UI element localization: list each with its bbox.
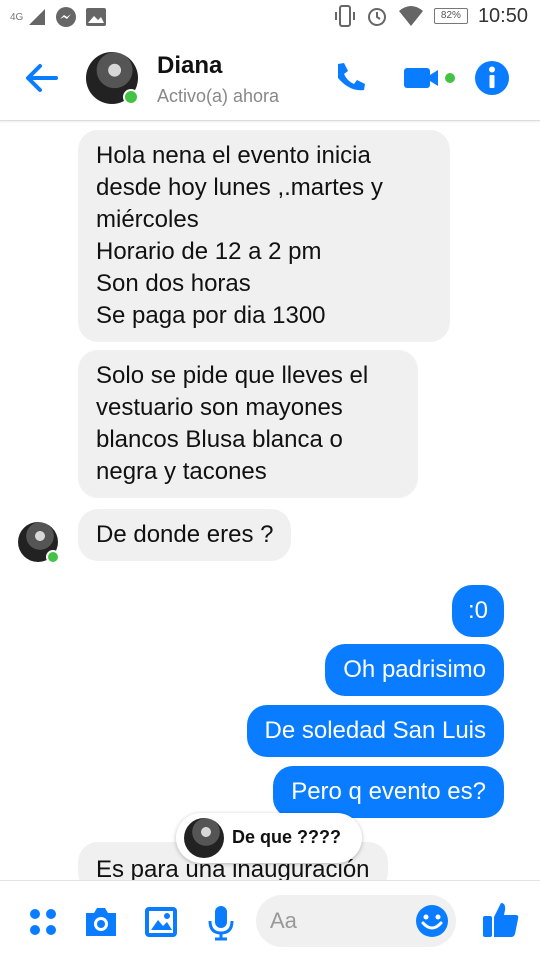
- status-bar: 4G 82% 10:50: [0, 0, 540, 36]
- reply-avatar: [184, 818, 224, 858]
- emoji-icon[interactable]: [414, 903, 450, 939]
- message-bubble-incoming[interactable]: Hola nena el evento inicia desde hoy lun…: [78, 130, 450, 342]
- message-line: Horario de 12 a 2 pm: [96, 238, 322, 265]
- message-bubble-incoming[interactable]: Solo se pide que lleves el vestuario son…: [78, 350, 418, 498]
- wifi-icon: [398, 6, 423, 26]
- online-indicator: [46, 550, 60, 564]
- battery-indicator: 82%: [433, 8, 468, 24]
- message-line: Son dos horas: [96, 270, 251, 297]
- message-line: desde hoy lunes ,.martes y: [96, 174, 383, 201]
- vibrate-icon: [334, 5, 355, 27]
- like-thumbs-up-icon[interactable]: [480, 899, 522, 941]
- message-bubble-outgoing[interactable]: De soledad San Luis: [246, 705, 504, 757]
- message-text: Pero q evento es?: [291, 778, 486, 805]
- conversation-header: Diana Activo(a) ahora: [0, 36, 540, 121]
- message-bubble-incoming[interactable]: De donde eres ?: [78, 509, 292, 561]
- back-arrow-icon[interactable]: [22, 60, 62, 96]
- message-line: vestuario son mayones: [96, 394, 343, 421]
- signal-icon: [29, 9, 46, 25]
- reply-preview-pill[interactable]: De que ????: [176, 813, 362, 863]
- camera-icon[interactable]: [82, 903, 120, 941]
- phone-icon[interactable]: [330, 58, 370, 98]
- message-bubble-outgoing[interactable]: Oh padrisimo: [325, 644, 504, 696]
- online-indicator: [123, 89, 139, 105]
- message-composer: Aa: [0, 880, 540, 961]
- message-input[interactable]: Aa: [256, 895, 456, 947]
- info-icon[interactable]: [472, 58, 512, 98]
- message-bubble-outgoing[interactable]: :0: [451, 585, 504, 637]
- contact-name[interactable]: Diana: [157, 52, 222, 80]
- message-text: De donde eres ?: [96, 521, 274, 548]
- apps-grid-icon[interactable]: [24, 903, 62, 941]
- microphone-icon[interactable]: [202, 903, 240, 941]
- message-line: Solo se pide que lleves el: [96, 362, 369, 389]
- message-text: :0: [467, 597, 488, 624]
- reply-text: De que ????: [232, 827, 341, 847]
- message-line: Se paga por dia 1300: [96, 302, 326, 329]
- message-line: blancos Blusa blanca o: [96, 426, 343, 453]
- message-line: negra y tacones: [96, 458, 267, 485]
- message-input-placeholder: Aa: [270, 908, 297, 933]
- network-type: 4G: [10, 11, 24, 23]
- alarm-icon: [367, 8, 386, 26]
- image-notification-icon: [86, 8, 107, 26]
- message-text: De soledad San Luis: [264, 717, 486, 744]
- gallery-icon[interactable]: [142, 903, 180, 941]
- contact-status: Activo(a) ahora: [157, 86, 280, 106]
- clock: 10:50: [477, 4, 528, 27]
- messenger-notification-icon: [56, 7, 77, 27]
- message-text: Oh padrisimo: [343, 656, 486, 683]
- video-call-icon[interactable]: [402, 58, 458, 98]
- message-bubble-outgoing[interactable]: Pero q evento es?: [273, 766, 504, 818]
- message-line: miércoles: [96, 206, 199, 233]
- message-line: Hola nena el evento inicia: [96, 142, 371, 169]
